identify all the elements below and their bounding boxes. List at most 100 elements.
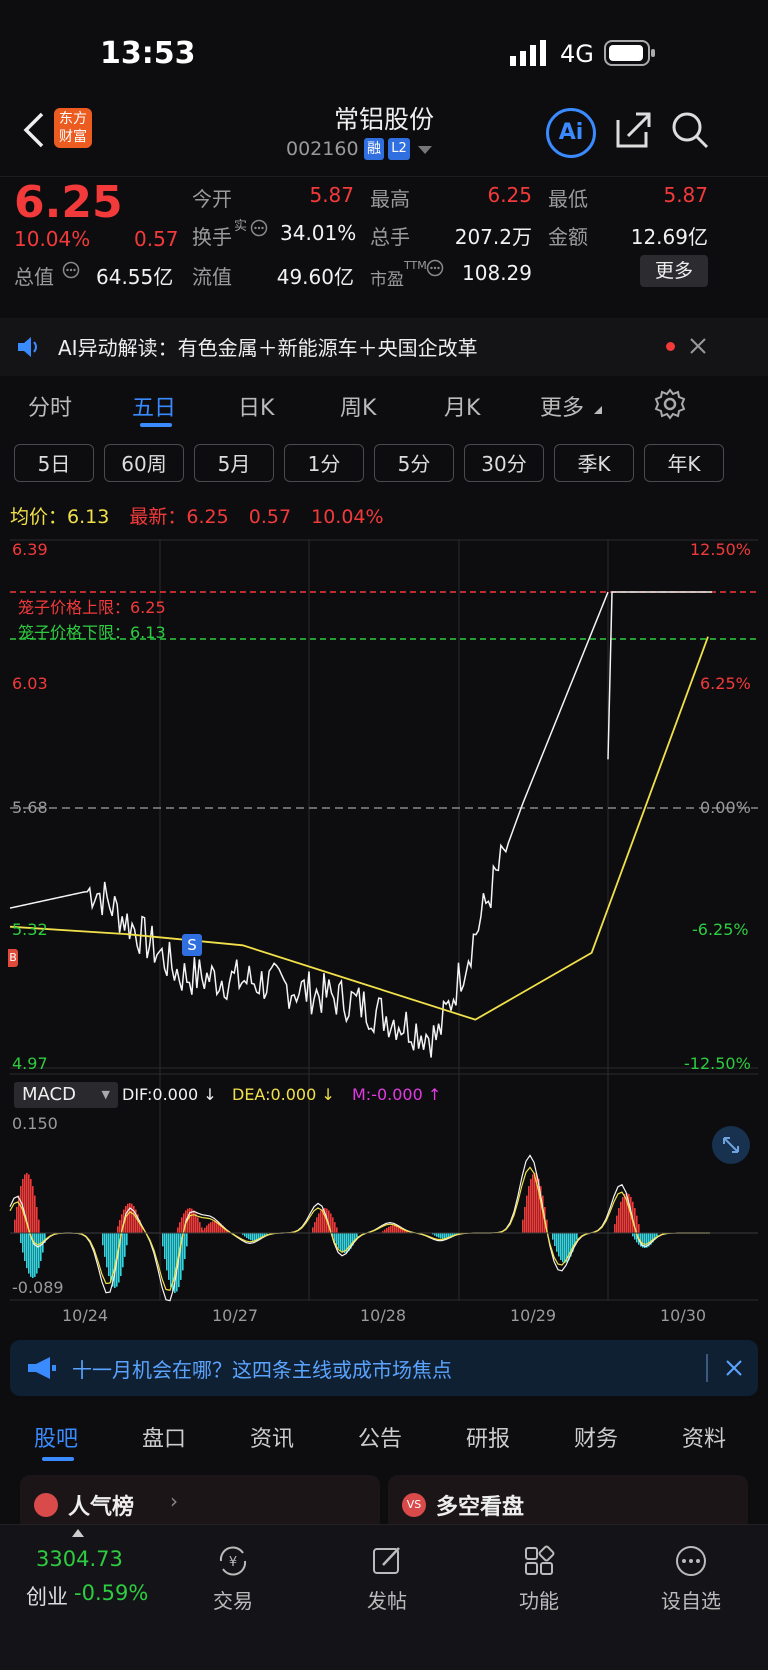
edit-icon: [373, 1547, 400, 1574]
index-change[interactable]: -0.59%: [74, 1581, 148, 1605]
upper-limit-label: 笼子价格上限：6.25: [18, 598, 166, 617]
macd-bar: [638, 1224, 640, 1233]
info-icon[interactable]: [426, 259, 444, 277]
macd-bar: [184, 1233, 186, 1260]
subtab-profile[interactable]: 资料: [682, 1421, 726, 1453]
period-60w[interactable]: 60周: [104, 444, 184, 482]
macd-bar: [195, 1213, 197, 1233]
mktcap-value: 64.55亿: [96, 265, 174, 289]
period-30min[interactable]: 30分: [464, 444, 544, 482]
tab-weekly-k[interactable]: 周K: [340, 390, 376, 422]
close-icon[interactable]: [726, 1360, 742, 1376]
subtab-forum[interactable]: 股吧: [34, 1421, 78, 1453]
tab-monthly-k[interactable]: 月K: [444, 390, 480, 422]
y-left-4: 5.32: [12, 920, 48, 939]
nav-functions-label: 功能: [519, 1589, 559, 1613]
float-value: 49.60亿: [276, 265, 354, 289]
macd-bar: [312, 1227, 314, 1233]
ai-button[interactable]: Ai: [546, 108, 596, 158]
price-line-last-day: [607, 591, 712, 760]
back-icon[interactable]: [22, 112, 46, 148]
ai-insight-bar[interactable]: AI异动解读：有色金属＋新能源车＋央国企改革: [0, 318, 768, 376]
expand-button[interactable]: [712, 1126, 750, 1164]
sell-marker[interactable]: S: [182, 934, 202, 956]
macd-bar: [179, 1222, 181, 1233]
period-year-k[interactable]: 年K: [644, 444, 724, 482]
megaphone-icon: [28, 1357, 56, 1379]
buy-marker[interactable]: B: [8, 949, 18, 967]
share-icon[interactable]: [614, 110, 652, 150]
info-icon[interactable]: [62, 261, 80, 279]
subtab-financials[interactable]: 财务: [574, 1421, 618, 1453]
tab-five-day[interactable]: 五日: [132, 390, 176, 422]
nav-post[interactable]: 发帖: [332, 1543, 442, 1614]
macd-bar: [526, 1195, 528, 1233]
macd-bar: [436, 1233, 438, 1237]
period-5min[interactable]: 5分: [374, 444, 454, 482]
info-icon[interactable]: [250, 219, 268, 237]
tab-intraday[interactable]: 分时: [28, 390, 72, 422]
macd-bar: [24, 1174, 26, 1233]
volume-value: 207.2万: [454, 225, 532, 249]
macd-bar: [338, 1233, 340, 1249]
macd-bar: [622, 1196, 624, 1233]
amount-label: 金额: [548, 225, 588, 249]
macd-bar: [16, 1206, 18, 1233]
index-value[interactable]: 3304.73: [36, 1547, 123, 1571]
indicator-selector[interactable]: MACD ▼: [14, 1082, 118, 1108]
period-5m[interactable]: 5月: [194, 444, 274, 482]
nav-watchlist[interactable]: 设自选: [636, 1543, 746, 1614]
subtab-news[interactable]: 资讯: [250, 1421, 294, 1453]
indicator-name: MACD: [22, 1084, 76, 1105]
macd-bar: [252, 1233, 254, 1241]
turnover-value: 34.01%: [280, 221, 357, 245]
index-name[interactable]: 创业: [26, 1581, 68, 1611]
macd-bar: [168, 1233, 170, 1280]
macd-bar: [614, 1224, 616, 1233]
dropdown-caret-icon[interactable]: [418, 146, 432, 156]
macd-bar: [332, 1217, 334, 1233]
macd-bar: [386, 1228, 388, 1233]
news-banner[interactable]: 十一月机会在哪？这四条主线或成市场焦点: [10, 1340, 758, 1396]
subtab-research[interactable]: 研报: [466, 1421, 510, 1453]
macd-bar: [248, 1233, 250, 1240]
float-label: 流值: [192, 265, 232, 289]
price-line-group: [9, 591, 712, 1058]
nav-functions[interactable]: 功能: [484, 1543, 594, 1614]
more-button[interactable]: 更多: [640, 255, 708, 287]
macd-bar: [177, 1227, 179, 1233]
close-icon[interactable]: [690, 338, 706, 354]
macd-bar: [632, 1233, 634, 1237]
macd-bar: [552, 1233, 554, 1240]
macd-bar: [164, 1233, 166, 1260]
y-left-top: 6.39: [12, 540, 48, 559]
macd-bar: [440, 1233, 442, 1239]
five-day-chart[interactable]: [0, 530, 768, 1330]
macd-bar: [24, 1233, 26, 1262]
nav-trade[interactable]: ¥ 交易: [178, 1543, 288, 1614]
period-5d[interactable]: 5日: [14, 444, 94, 482]
macd-bar: [562, 1233, 564, 1263]
period-1min[interactable]: 1分: [284, 444, 364, 482]
settings-gear-icon[interactable]: [654, 388, 686, 420]
change-abs: 0.57: [134, 227, 179, 251]
nav-post-label: 发帖: [367, 1589, 407, 1613]
macd-bar: [186, 1233, 188, 1247]
pe-label: 市盈: [370, 270, 404, 290]
macd-bar: [197, 1217, 199, 1233]
stock-name[interactable]: 常铝股份: [284, 100, 484, 136]
macd-bar: [20, 1233, 22, 1244]
macd-histogram: [9, 1154, 710, 1302]
period-quarter-k[interactable]: 季K: [554, 444, 634, 482]
macd-bar: [14, 1219, 16, 1233]
macd-bar: [214, 1221, 216, 1233]
tab-daily-k[interactable]: 日K: [238, 390, 274, 422]
low-value: 5.87: [663, 183, 708, 207]
macd-bar: [108, 1233, 110, 1277]
search-icon[interactable]: [670, 110, 710, 150]
tab-more[interactable]: 更多: [540, 390, 584, 422]
subtab-orderbook[interactable]: 盘口: [142, 1421, 186, 1453]
subtab-announcements[interactable]: 公告: [358, 1421, 402, 1453]
macd-bar: [124, 1233, 126, 1257]
y-right-4: -6.25%: [692, 920, 749, 939]
